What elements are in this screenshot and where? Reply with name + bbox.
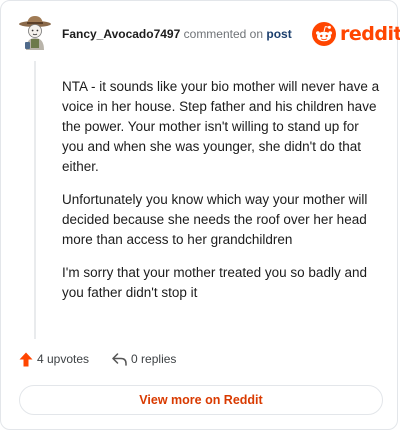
reddit-snoo-icon bbox=[312, 22, 336, 46]
comment-paragraph: I'm sorry that your mother treated you s… bbox=[62, 265, 367, 300]
upvote-count: 4 upvotes bbox=[37, 352, 90, 366]
upvote-arrow-icon bbox=[19, 352, 33, 366]
upvote-button[interactable]: 4 upvotes bbox=[19, 352, 89, 367]
comment-body: NTA - it sounds like your bio mother wil… bbox=[62, 77, 382, 316]
user-avatar[interactable] bbox=[18, 15, 52, 51]
comment-paragraph: Unfortunately you know which way your mo… bbox=[62, 192, 368, 247]
reply-arrow-icon bbox=[112, 352, 127, 366]
view-more-on-reddit-button[interactable]: View more on Reddit bbox=[19, 385, 383, 415]
reply-count: 0 replies bbox=[131, 352, 177, 366]
thread-line bbox=[34, 61, 36, 339]
reddit-logo[interactable]: reddit bbox=[311, 21, 400, 47]
comment-header: Fancy_Avocado7497 commented on post bbox=[62, 26, 292, 42]
reddit-wordmark: reddit bbox=[340, 23, 400, 45]
comment-paragraph: NTA - it sounds like your bio mother wil… bbox=[62, 79, 380, 174]
username-link[interactable]: Fancy_Avocado7497 bbox=[62, 27, 180, 41]
cowboy-avatar-icon bbox=[19, 16, 51, 50]
comment-actions: 4 upvotes 0 replies bbox=[19, 350, 176, 368]
replies-button[interactable]: 0 replies bbox=[112, 352, 176, 366]
post-link[interactable]: post bbox=[266, 27, 291, 41]
comment-embed-card: Fancy_Avocado7497 commented on post redd… bbox=[0, 0, 400, 430]
commented-on-text: commented on bbox=[183, 27, 264, 41]
